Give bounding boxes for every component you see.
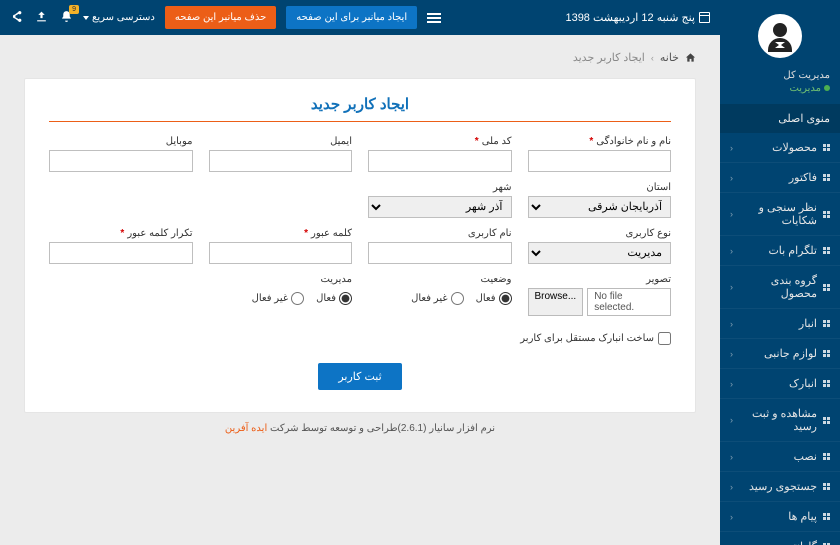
label-fullname: نام و نام خانوادگی* <box>528 136 672 147</box>
submit-button[interactable]: ثبت کاربر <box>318 363 401 390</box>
remove-shortcut-button[interactable]: حذف میانبر این صفحه <box>165 6 276 29</box>
chevron-left-icon: ‹ <box>730 173 733 183</box>
label-username: نام کاربری <box>368 228 512 239</box>
status-inactive-radio[interactable]: غیر فعال <box>411 292 463 305</box>
sidebar-item[interactable]: نظر سنجی و شکایات‹ <box>720 193 840 236</box>
grid-icon <box>823 483 830 490</box>
chevron-left-icon: ‹ <box>730 379 733 389</box>
grid-icon <box>823 174 830 181</box>
chevron-left-icon: ‹ <box>730 452 733 462</box>
chevron-left-icon: ‹ <box>730 282 733 292</box>
chevron-left-icon: ‹ <box>730 209 733 219</box>
menu-toggle-icon[interactable] <box>427 11 441 25</box>
home-icon <box>685 52 696 63</box>
grid-icon <box>823 380 830 387</box>
password-field[interactable] <box>209 242 353 264</box>
create-shortcut-button[interactable]: ایجاد میانبر برای این صفحه <box>286 6 417 29</box>
grid-icon <box>823 513 830 520</box>
sidebar-item[interactable]: تلگرام بات‹ <box>720 236 840 266</box>
label-email: ایمیل <box>209 136 353 147</box>
breadcrumb-home[interactable]: خانه <box>660 51 679 64</box>
province-select[interactable]: آذربایجان شرقی <box>528 196 672 218</box>
label-password: کلمه عبور* <box>209 228 353 239</box>
sidebar-item[interactable]: انبارک‹ <box>720 369 840 399</box>
upload-icon[interactable] <box>35 10 48 26</box>
username-field[interactable] <box>368 242 512 264</box>
status-active-radio[interactable]: فعال <box>476 292 512 305</box>
label-mobile: موبایل <box>49 136 193 147</box>
sidebar-item[interactable]: گروه بندی محصول‹ <box>720 266 840 309</box>
mgmt-inactive-radio[interactable]: غیر فعال <box>252 292 304 305</box>
chevron-left-icon: ‹ <box>730 482 733 492</box>
grid-icon <box>823 211 830 218</box>
chevron-left-icon: ‹ <box>730 143 733 153</box>
fullname-field[interactable] <box>528 150 672 172</box>
independent-stock-checkbox[interactable] <box>658 332 671 345</box>
label-province: استان <box>528 182 672 193</box>
breadcrumb: خانه › ایجاد کاربر جدید <box>24 51 696 64</box>
topbar: پنج شنبه 12 اردیبهشت 1398 ایجاد میانبر ب… <box>0 0 720 35</box>
breadcrumb-sep: › <box>651 53 654 63</box>
user-role: مدیریت کل <box>730 70 830 81</box>
breadcrumb-current: ایجاد کاربر جدید <box>573 51 645 64</box>
menu-header: منوی اصلی <box>720 104 840 133</box>
status-dot-icon <box>824 85 830 91</box>
label-mgmt: مدیریت <box>209 274 353 285</box>
calendar-icon <box>699 12 710 23</box>
form-panel: ایجاد کاربر جدید نام و نام خانوادگی* کد … <box>24 78 696 413</box>
chevron-left-icon: ‹ <box>730 319 733 329</box>
avatar-block <box>720 0 840 66</box>
grid-icon <box>823 320 830 327</box>
chevron-left-icon: ‹ <box>730 512 733 522</box>
sidebar-item[interactable]: گارانتی‹ <box>720 532 840 545</box>
footer: نرم افزار سانیار (2.6.1)طراحی و توسعه تو… <box>24 413 696 444</box>
main-menu: محصولات‹فاکتور‹نظر سنجی و شکایات‹تلگرام … <box>720 133 840 545</box>
avatar[interactable] <box>758 14 802 58</box>
grid-icon <box>823 247 830 254</box>
sidebar-item[interactable]: مشاهده و ثبت رسید‹ <box>720 399 840 442</box>
label-password2: تکرار کلمه عبور* <box>49 228 193 239</box>
checkbox-label: ساخت انبارک مستقل برای کاربر <box>520 333 654 344</box>
grid-icon <box>823 417 830 424</box>
grid-icon <box>823 453 830 460</box>
sidebar-item[interactable]: لوازم جانبی‹ <box>720 339 840 369</box>
chevron-left-icon: ‹ <box>730 415 733 425</box>
password2-field[interactable] <box>49 242 193 264</box>
browse-button[interactable]: Browse... <box>528 288 584 316</box>
label-image: تصویر <box>528 274 672 285</box>
sidebar-item[interactable]: انبار‹ <box>720 309 840 339</box>
sidebar-item[interactable]: پیام ها‹ <box>720 502 840 532</box>
notification-badge: 9 <box>69 5 79 14</box>
share-icon[interactable] <box>10 10 23 26</box>
sidebar-item[interactable]: نصب‹ <box>720 442 840 472</box>
chevron-left-icon: ‹ <box>730 349 733 359</box>
mobile-field[interactable] <box>49 150 193 172</box>
file-selected-text: No file selected. <box>587 288 671 316</box>
label-national: کد ملی* <box>368 136 512 147</box>
footer-brand[interactable]: ایده آفرین <box>225 423 267 434</box>
usertype-select[interactable]: مدیریت <box>528 242 672 264</box>
quick-access-link[interactable]: دسترسی سریع <box>83 12 155 23</box>
email-field[interactable] <box>209 150 353 172</box>
sidebar-item[interactable]: فاکتور‹ <box>720 163 840 193</box>
notifications-icon[interactable]: 9 <box>60 10 73 26</box>
user-status: مدیریت <box>730 83 830 94</box>
national-field[interactable] <box>368 150 512 172</box>
grid-icon <box>823 144 830 151</box>
sidebar: مدیریت کل مدیریت منوی اصلی محصولات‹فاکتو… <box>720 0 840 545</box>
label-usertype: نوع کاربری <box>528 228 672 239</box>
grid-icon <box>823 350 830 357</box>
grid-icon <box>823 284 830 291</box>
label-city: شهر <box>368 182 512 193</box>
panel-title: ایجاد کاربر جدید <box>49 95 671 121</box>
mgmt-active-radio[interactable]: فعال <box>316 292 352 305</box>
chevron-down-icon <box>83 16 89 20</box>
sidebar-item[interactable]: جستجوی رسید‹ <box>720 472 840 502</box>
date-display: پنج شنبه 12 اردیبهشت 1398 <box>565 11 710 24</box>
label-status: وضعیت <box>368 274 512 285</box>
chevron-left-icon: ‹ <box>730 542 733 545</box>
city-select[interactable]: آذر شهر <box>368 196 512 218</box>
sidebar-item[interactable]: محصولات‹ <box>720 133 840 163</box>
chevron-left-icon: ‹ <box>730 246 733 256</box>
